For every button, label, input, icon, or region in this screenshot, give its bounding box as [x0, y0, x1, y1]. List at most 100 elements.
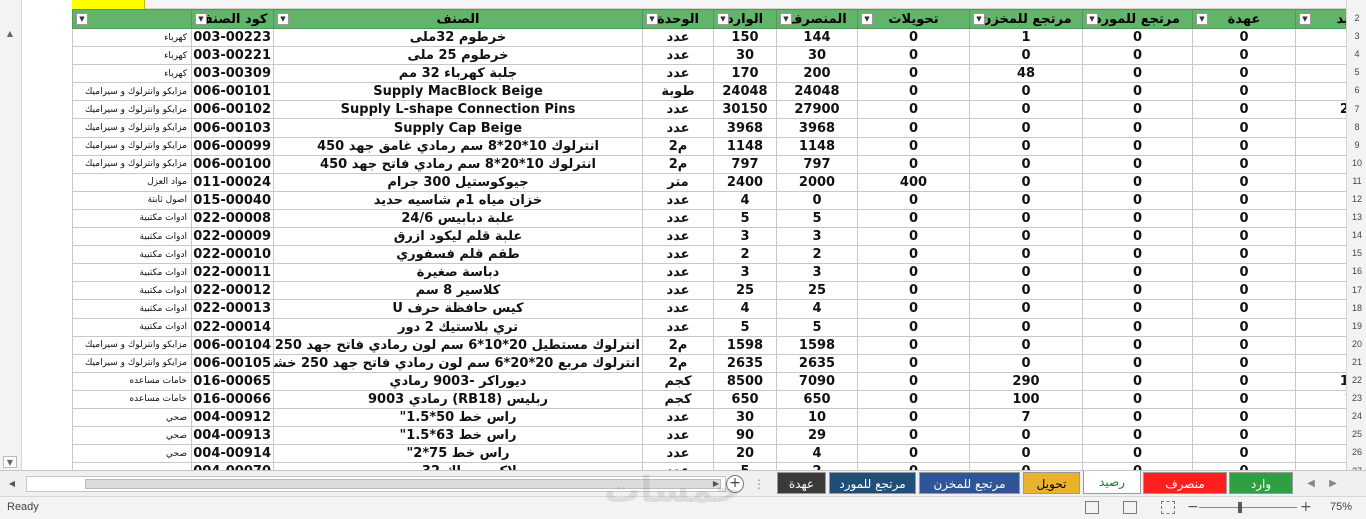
- cell-code[interactable]: 022-00011: [191, 263, 274, 283]
- sheet-tab[interactable]: تحويل: [1023, 472, 1080, 494]
- cell-in[interactable]: 25: [713, 281, 777, 301]
- cell-ret-store[interactable]: 7: [969, 407, 1083, 428]
- cell-out[interactable]: 5: [776, 208, 858, 229]
- prev-sheet-icon[interactable]: ◀: [1304, 475, 1318, 493]
- cell-in[interactable]: 2400: [713, 172, 777, 192]
- scroll-up-icon[interactable]: ▲: [3, 28, 17, 40]
- cell-in[interactable]: 170: [713, 64, 777, 84]
- cell-trans[interactable]: 0: [857, 371, 970, 391]
- cell-trans[interactable]: 0: [857, 208, 970, 229]
- row-number[interactable]: 11: [1347, 176, 1366, 186]
- cell-in[interactable]: 5: [713, 317, 777, 337]
- cell-code[interactable]: 006-00101: [191, 82, 274, 102]
- cell-cat[interactable]: ادوات مكتبية: [72, 208, 192, 229]
- cell-item[interactable]: Supply Cap Beige: [273, 118, 643, 138]
- cell-cat[interactable]: خامات مساعده: [72, 389, 192, 409]
- cell-cat[interactable]: صحي: [72, 426, 192, 446]
- cell-trans[interactable]: 0: [857, 46, 970, 66]
- cell-ret-sup[interactable]: 0: [1082, 136, 1193, 156]
- cell-unit[interactable]: كجم: [642, 371, 714, 391]
- row-number[interactable]: 3: [1347, 31, 1366, 41]
- more-tabs-icon[interactable]: ⋮: [752, 475, 766, 493]
- cell-code[interactable]: 004-00914: [191, 444, 274, 464]
- cell-unit[interactable]: كجم: [642, 389, 714, 409]
- cell-out[interactable]: 5: [776, 317, 858, 337]
- cell-ret-store[interactable]: 0: [969, 227, 1083, 247]
- cell-trans[interactable]: 0: [857, 462, 970, 470]
- cell-unit[interactable]: م2: [642, 154, 714, 174]
- cell-code[interactable]: 015-00040: [191, 190, 274, 210]
- cell-trans[interactable]: 0: [857, 154, 970, 174]
- row-number[interactable]: 13: [1347, 212, 1366, 222]
- sheet-tab[interactable]: رصيد: [1083, 471, 1141, 494]
- cell-item[interactable]: راس خط 50*1.5": [273, 407, 643, 428]
- row-number[interactable]: 23: [1347, 393, 1366, 403]
- cell-code[interactable]: 022-00013: [191, 299, 274, 319]
- cell-custody[interactable]: 0: [1192, 64, 1296, 84]
- cell-custody[interactable]: 0: [1192, 46, 1296, 66]
- cell-item[interactable]: جيوكوستيل 300 جرام: [273, 172, 643, 192]
- cell-ret-store[interactable]: 0: [969, 335, 1083, 355]
- cell-out[interactable]: 24048: [776, 82, 858, 102]
- row-number[interactable]: 16: [1347, 266, 1366, 276]
- cell-in[interactable]: 4: [713, 299, 777, 319]
- cell-item[interactable]: انترلوك 10*20*8 سم رمادي غامق جهد 450: [273, 136, 643, 156]
- cell-ret-store[interactable]: 0: [969, 317, 1083, 337]
- cell-unit[interactable]: عدد: [642, 263, 714, 283]
- cell-unit[interactable]: عدد: [642, 245, 714, 265]
- cell-ret-sup[interactable]: 0: [1082, 82, 1193, 102]
- cell-trans[interactable]: 400: [857, 172, 970, 192]
- cell-unit[interactable]: عدد: [642, 227, 714, 247]
- cell-ret-sup[interactable]: 0: [1082, 118, 1193, 138]
- cell-code[interactable]: 022-00008: [191, 208, 274, 229]
- cell-trans[interactable]: 0: [857, 27, 970, 48]
- cell-item[interactable]: جلبة كهرباء 32 مم: [273, 64, 643, 84]
- cell-code[interactable]: 004-00912: [191, 407, 274, 428]
- cell-cat[interactable]: خامات مساعده: [72, 371, 192, 391]
- cell-code[interactable]: 016-00065: [191, 371, 274, 391]
- zoom-level[interactable]: 75%: [1330, 501, 1352, 513]
- cell-code[interactable]: 006-00102: [191, 100, 274, 120]
- cell-trans[interactable]: 0: [857, 444, 970, 464]
- cell-ret-sup[interactable]: 0: [1082, 407, 1193, 428]
- cell-in[interactable]: 3: [713, 227, 777, 247]
- cell-item[interactable]: لاكور سباك 32 مم: [273, 462, 643, 470]
- cell-ret-store[interactable]: 0: [969, 426, 1083, 446]
- cell-custody[interactable]: 0: [1192, 227, 1296, 247]
- cell-ret-sup[interactable]: 0: [1082, 371, 1193, 391]
- cell-custody[interactable]: 0: [1192, 407, 1296, 428]
- cell-cat[interactable]: اصول ثابتة: [72, 190, 192, 210]
- cell-cat[interactable]: مزايكو وانترلوك و سيراميك: [72, 82, 192, 102]
- cell-trans[interactable]: 0: [857, 82, 970, 102]
- cell-ret-sup[interactable]: 0: [1082, 172, 1193, 192]
- cell-code[interactable]: 004-00913: [191, 426, 274, 446]
- cell-custody[interactable]: 0: [1192, 208, 1296, 229]
- cell-ret-store[interactable]: 0: [969, 82, 1083, 102]
- cell-cat[interactable]: صحي: [72, 444, 192, 464]
- cell-ret-store[interactable]: 0: [969, 281, 1083, 301]
- cell-out[interactable]: 1598: [776, 335, 858, 355]
- cell-in[interactable]: 150: [713, 27, 777, 48]
- cell-item[interactable]: كلاسير 8 سم: [273, 281, 643, 301]
- row-number[interactable]: 15: [1347, 248, 1366, 258]
- cell-code[interactable]: 004-00070: [191, 462, 274, 470]
- cell-item[interactable]: ديوراكر -9003 رمادي: [273, 371, 643, 391]
- cell-ret-store[interactable]: 0: [969, 263, 1083, 283]
- cell-ret-sup[interactable]: 0: [1082, 444, 1193, 464]
- cell-trans[interactable]: 0: [857, 64, 970, 84]
- zoom-in-icon[interactable]: +: [1300, 499, 1312, 515]
- row-number[interactable]: 12: [1347, 194, 1366, 204]
- row-number[interactable]: 20: [1347, 339, 1366, 349]
- cell-trans[interactable]: 0: [857, 100, 970, 120]
- cell-ret-store[interactable]: 0: [969, 190, 1083, 210]
- column-header[interactable]: كود الصنف ▼: [191, 9, 274, 29]
- cell-cat[interactable]: مواد العزل: [72, 172, 192, 192]
- cell-out[interactable]: 7090: [776, 371, 858, 391]
- cell-in[interactable]: 20: [713, 444, 777, 464]
- cell-code[interactable]: 006-00099: [191, 136, 274, 156]
- cell-ret-sup[interactable]: 0: [1082, 46, 1193, 66]
- cell-out[interactable]: 4: [776, 299, 858, 319]
- cell-ret-sup[interactable]: 0: [1082, 27, 1193, 48]
- cell-unit[interactable]: عدد: [642, 462, 714, 470]
- cell-code[interactable]: 003-00221: [191, 46, 274, 66]
